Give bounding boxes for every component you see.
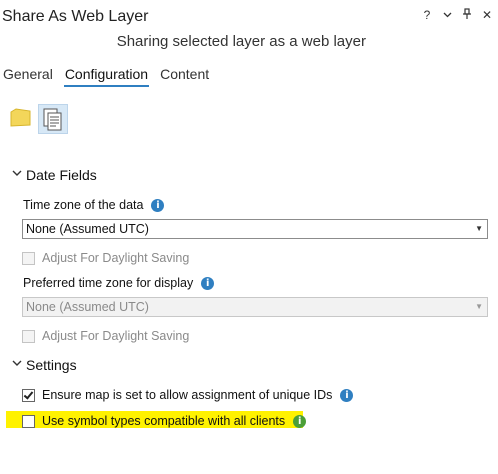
page-subtitle: Sharing selected layer as a web layer	[116, 33, 366, 50]
preferred-tz-label: Preferred time zone for display	[23, 276, 194, 290]
chevron-down-icon	[12, 358, 22, 370]
info-icon[interactable]: i	[293, 414, 307, 428]
tab-bar: General Configuration Content	[2, 65, 210, 87]
info-icon[interactable]: i	[151, 198, 165, 212]
time-zone-label: Time zone of the data	[23, 198, 144, 212]
configuration-toolbar	[8, 104, 72, 134]
window-title: Share As Web Layer	[2, 8, 149, 25]
chevron-down-icon	[12, 168, 22, 180]
configure-properties-icon[interactable]	[38, 104, 68, 134]
adjust-dst-label-2: Adjust For Daylight Saving	[42, 329, 190, 343]
help-icon[interactable]: ?	[422, 8, 432, 23]
info-icon[interactable]: i	[340, 388, 354, 402]
adjust-dst-checkbox-1	[22, 251, 35, 265]
adjust-dst-checkbox-row-2: Adjust For Daylight Saving	[22, 329, 189, 343]
time-zone-select[interactable]: None (Assumed UTC) ▼	[22, 219, 488, 239]
options-dropdown-icon[interactable]	[442, 8, 452, 23]
date-fields-header[interactable]: Date Fields	[12, 167, 97, 183]
time-zone-label-row: Time zone of the data i	[23, 198, 165, 212]
dropdown-arrow-icon: ▼	[475, 302, 483, 311]
tab-content[interactable]: Content	[159, 65, 210, 87]
settings-header[interactable]: Settings	[12, 357, 77, 373]
dropdown-arrow-icon: ▼	[475, 224, 483, 233]
adjust-dst-label-1: Adjust For Daylight Saving	[42, 251, 190, 265]
unique-ids-checkbox-row[interactable]: Ensure map is set to allow assignment of…	[22, 388, 354, 402]
adjust-dst-checkbox-row-1: Adjust For Daylight Saving	[22, 251, 189, 265]
info-icon[interactable]: i	[201, 276, 215, 290]
unique-ids-label: Ensure map is set to allow assignment of…	[42, 388, 333, 402]
tab-configuration[interactable]: Configuration	[63, 65, 150, 87]
adjust-dst-checkbox-2	[22, 329, 35, 343]
date-fields-title: Date Fields	[26, 167, 97, 183]
layer-icon[interactable]	[8, 104, 34, 130]
close-icon[interactable]: ✕	[482, 8, 492, 23]
preferred-tz-value: None (Assumed UTC)	[26, 300, 149, 314]
tab-general[interactable]: General	[2, 65, 54, 87]
preferred-tz-label-row: Preferred time zone for display i	[23, 276, 215, 290]
unique-ids-checkbox[interactable]	[22, 388, 35, 402]
window-titlebar: Share As Web Layer ? ✕	[0, 0, 498, 32]
symbol-types-label: Use symbol types compatible with all cli…	[42, 414, 286, 428]
window-controls: ? ✕	[422, 8, 492, 23]
time-zone-value: None (Assumed UTC)	[26, 222, 149, 236]
preferred-tz-select: None (Assumed UTC) ▼	[22, 297, 488, 317]
settings-title: Settings	[26, 357, 77, 373]
symbol-types-checkbox-row[interactable]: Use symbol types compatible with all cli…	[22, 414, 307, 428]
pin-icon[interactable]	[462, 8, 472, 23]
symbol-types-checkbox[interactable]	[22, 414, 35, 428]
